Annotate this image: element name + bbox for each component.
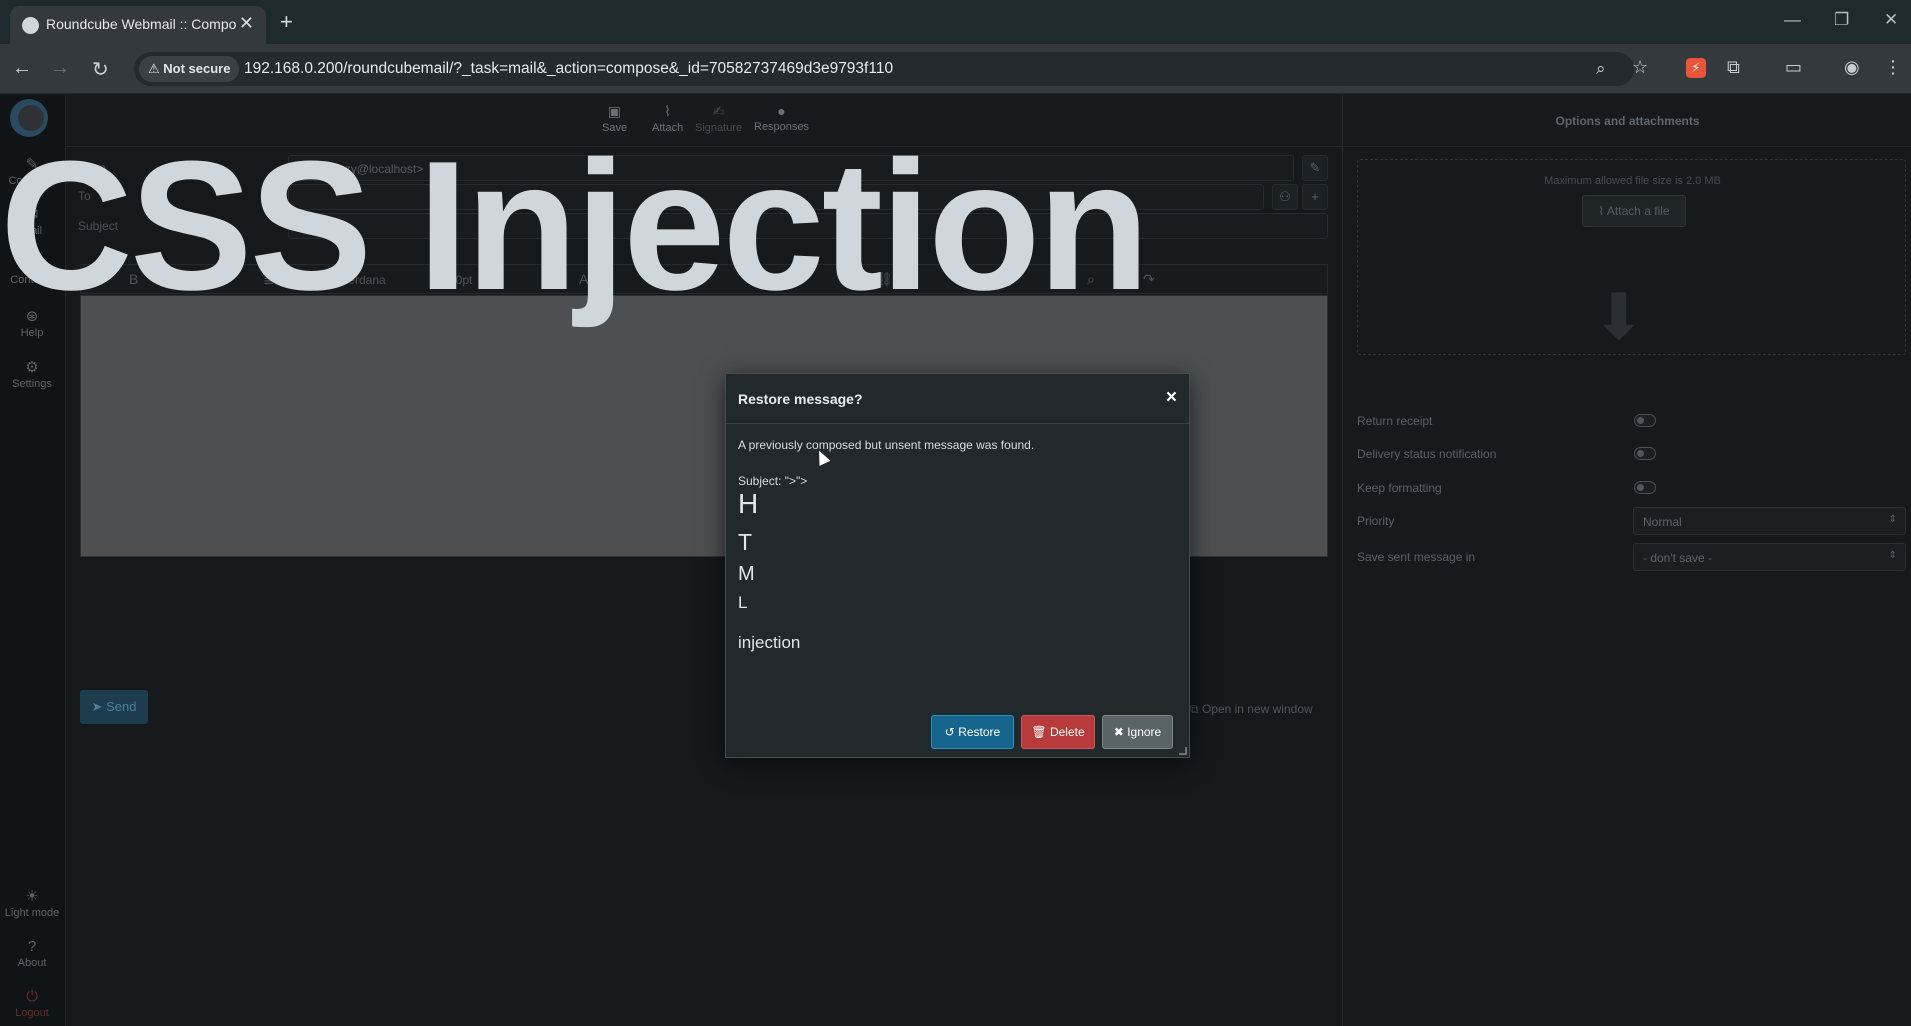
reload-icon[interactable]: ↻ <box>92 57 109 82</box>
select-arrows-icon: ⇕ <box>1888 514 1897 525</box>
back-icon[interactable]: ← <box>12 57 32 80</box>
delivery-status-label: Delivery status notification <box>1357 447 1497 461</box>
profile-icon[interactable]: ◉ <box>1844 57 1860 78</box>
injected-css-text: CSS Injection <box>0 122 1150 328</box>
return-receipt-label: Return receipt <box>1357 414 1433 428</box>
paperclip-icon: ⌇ <box>1598 204 1605 218</box>
open-in-new-window-link[interactable]: ⧉ Open in new window <box>1190 702 1313 717</box>
dialog-header: Restore message? × <box>726 374 1189 424</box>
restore-button[interactable]: ↺ Restore <box>931 715 1014 749</box>
contacts-picker-button[interactable]: ⚇ <box>1272 184 1298 210</box>
return-receipt-toggle[interactable] <box>1634 414 1656 427</box>
priority-select[interactable]: Normal ⇕ <box>1633 507 1906 535</box>
zoom-icon[interactable]: ⌕ <box>1596 59 1606 79</box>
send-button[interactable]: ➤ Send <box>80 690 148 724</box>
tab-search-icon[interactable]: ▭ <box>1785 57 1802 78</box>
browser-toolbar: ← → ↻ ⚠ Not secure 192.168.0.200/roundcu… <box>0 44 1911 94</box>
gear-icon: ⚙ <box>25 359 39 376</box>
sun-icon: ☀ <box>25 888 39 905</box>
dialog-subject: Subject: ">"> <box>738 474 808 488</box>
injected-text: injection <box>738 633 801 652</box>
options-panel: Options and attachments Maximum allowed … <box>1342 95 1911 1026</box>
signature-icon: ✍ <box>712 103 725 119</box>
paperclip-icon: ⌇ <box>664 103 672 119</box>
priority-label: Priority <box>1357 514 1395 528</box>
not-secure-badge[interactable]: ⚠ Not secure <box>139 56 240 82</box>
sidebar-item-light-mode[interactable]: ☀ Light mode <box>0 887 64 919</box>
injected-heading-t: T <box>738 529 753 555</box>
sidebar-item-settings[interactable]: ⚙ Settings <box>0 358 64 390</box>
delete-button[interactable]: 🗑 Delete <box>1021 715 1095 749</box>
attachment-dropzone[interactable]: Maximum allowed file size is 2.0 MB ⌇ At… <box>1357 159 1906 355</box>
keep-formatting-label: Keep formatting <box>1357 481 1442 495</box>
injected-heading-m: M <box>738 563 755 585</box>
extension-icon[interactable]: ⚡ <box>1686 58 1706 78</box>
close-tab-icon[interactable]: ✕ <box>239 13 254 34</box>
extensions-puzzle-icon[interactable]: ⧉ <box>1727 57 1740 78</box>
close-icon[interactable]: × <box>1166 387 1177 409</box>
roundcube-favicon-icon <box>22 17 39 34</box>
dialog-title: Restore message? <box>738 391 863 407</box>
ignore-button[interactable]: ✖ Ignore <box>1102 715 1173 749</box>
attach-file-button[interactable]: ⌇ Attach a file <box>1582 195 1686 227</box>
injected-heading-l: L <box>738 593 748 612</box>
address-bar[interactable]: ⚠ Not secure 192.168.0.200/roundcubemail… <box>134 52 1634 86</box>
question-icon: ? <box>27 938 37 955</box>
comment-icon: ● <box>777 103 786 119</box>
power-icon: ⏻ <box>26 988 38 1005</box>
browser-tab[interactable]: Roundcube Webmail :: Compose ✕ <box>10 6 266 44</box>
send-icon: ➤ <box>91 699 103 714</box>
menu-kebab-icon[interactable]: ⋮ <box>1884 57 1902 78</box>
keep-formatting-toggle[interactable] <box>1634 481 1656 494</box>
trash-icon: 🗑 <box>1031 725 1047 739</box>
restore-window-icon[interactable]: ❐ <box>1834 10 1849 30</box>
save-icon: ▣ <box>607 103 622 119</box>
minimize-icon[interactable]: — <box>1784 10 1801 30</box>
restore-icon: ↺ <box>944 725 955 739</box>
x-icon: ✖ <box>1113 725 1124 739</box>
edit-identity-button[interactable]: ✎ <box>1302 155 1328 181</box>
url-text[interactable]: 192.168.0.200/roundcubemail/?_task=mail&… <box>244 60 893 78</box>
max-file-size-text: Maximum allowed file size is 2.0 MB <box>1544 175 1721 187</box>
dialog-message: A previously composed but unsent message… <box>738 438 1035 452</box>
save-sent-select[interactable]: - don't save - ⇕ <box>1633 543 1906 571</box>
forward-icon[interactable]: → <box>50 57 70 80</box>
browser-tab-bar: Roundcube Webmail :: Compose ✕ + — ❐ ✕ <box>0 0 1911 44</box>
external-window-icon: ⧉ <box>1190 702 1199 716</box>
delivery-status-toggle[interactable] <box>1634 447 1656 460</box>
new-tab-button[interactable]: + <box>280 9 293 35</box>
download-icon: ⬇ <box>1592 281 1646 353</box>
options-title: Options and attachments <box>1343 95 1911 147</box>
save-sent-label: Save sent message in <box>1357 550 1476 564</box>
injected-heading-h: H <box>738 488 759 519</box>
tab-title: Roundcube Webmail :: Compose <box>46 16 236 32</box>
add-header-button[interactable]: + <box>1302 184 1328 210</box>
select-arrows-icon: ⇕ <box>1888 550 1897 561</box>
restore-message-dialog: Restore message? × A previously composed… <box>725 373 1190 758</box>
sidebar-item-about[interactable]: ? About <box>0 938 64 969</box>
bookmark-star-icon[interactable]: ☆ <box>1632 57 1648 78</box>
resize-handle-icon[interactable] <box>1179 747 1187 755</box>
close-window-icon[interactable]: ✕ <box>1884 10 1898 30</box>
sidebar-item-logout[interactable]: ⏻ Logout <box>0 988 64 1019</box>
